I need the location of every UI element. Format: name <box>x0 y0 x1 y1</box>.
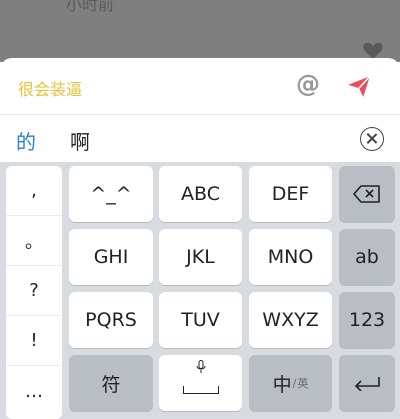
space-icon <box>182 386 219 394</box>
key-wxyz[interactable]: WXYZ <box>249 292 332 348</box>
punct-key-ellipsis[interactable]: … <box>6 366 62 416</box>
comment-input[interactable]: 很会装逼 <box>18 76 82 100</box>
candidate-1[interactable]: 的 <box>16 126 36 155</box>
punct-key-exclaim[interactable]: ! <box>6 316 62 366</box>
key-symbols[interactable]: 符 <box>69 355 153 411</box>
backspace-icon <box>353 185 380 203</box>
mention-button[interactable]: @ <box>296 70 320 98</box>
microphone-icon <box>196 360 205 373</box>
candidate-bar: 的 啊 <box>0 114 400 162</box>
candidate-2[interactable]: 啊 <box>70 126 90 155</box>
timestamp-text: 小时前 <box>66 0 115 14</box>
send-icon[interactable] <box>346 73 372 99</box>
key-tuv[interactable]: TUV <box>159 292 242 348</box>
punct-key-period[interactable]: 。 <box>6 216 62 266</box>
clear-icon[interactable] <box>360 127 384 151</box>
background-feed: 小时前 <box>0 0 400 62</box>
key-ghi[interactable]: GHI <box>69 229 153 285</box>
key-language-sub: 英 <box>297 377 309 390</box>
key-def[interactable]: DEF <box>249 166 332 222</box>
punctuation-column: , 。 ? ! … <box>6 166 62 419</box>
key-abc[interactable]: ABC <box>159 166 242 222</box>
key-ab-switch[interactable]: ab <box>339 229 395 285</box>
keyboard: , 。 ? ! … ^_^ ABC DEF GHI JKL MNO ab PQR… <box>0 162 400 419</box>
heart-icon <box>363 42 383 60</box>
punct-key-comma[interactable]: , <box>6 166 62 216</box>
key-number-switch[interactable]: 123 <box>339 292 395 348</box>
key-language-switch[interactable]: 中 / 英 <box>249 355 332 411</box>
punct-key-question[interactable]: ? <box>6 266 62 316</box>
key-emoticon[interactable]: ^_^ <box>69 166 153 222</box>
key-mno[interactable]: MNO <box>249 229 332 285</box>
key-pqrs[interactable]: PQRS <box>69 292 153 348</box>
space-key[interactable] <box>159 355 242 411</box>
key-jkl[interactable]: JKL <box>159 229 242 285</box>
enter-key[interactable] <box>339 355 395 411</box>
key-language-main: 中 <box>272 373 292 396</box>
backspace-key[interactable] <box>339 166 395 222</box>
comment-composer: 很会装逼 @ <box>0 58 400 114</box>
enter-icon <box>354 377 380 391</box>
